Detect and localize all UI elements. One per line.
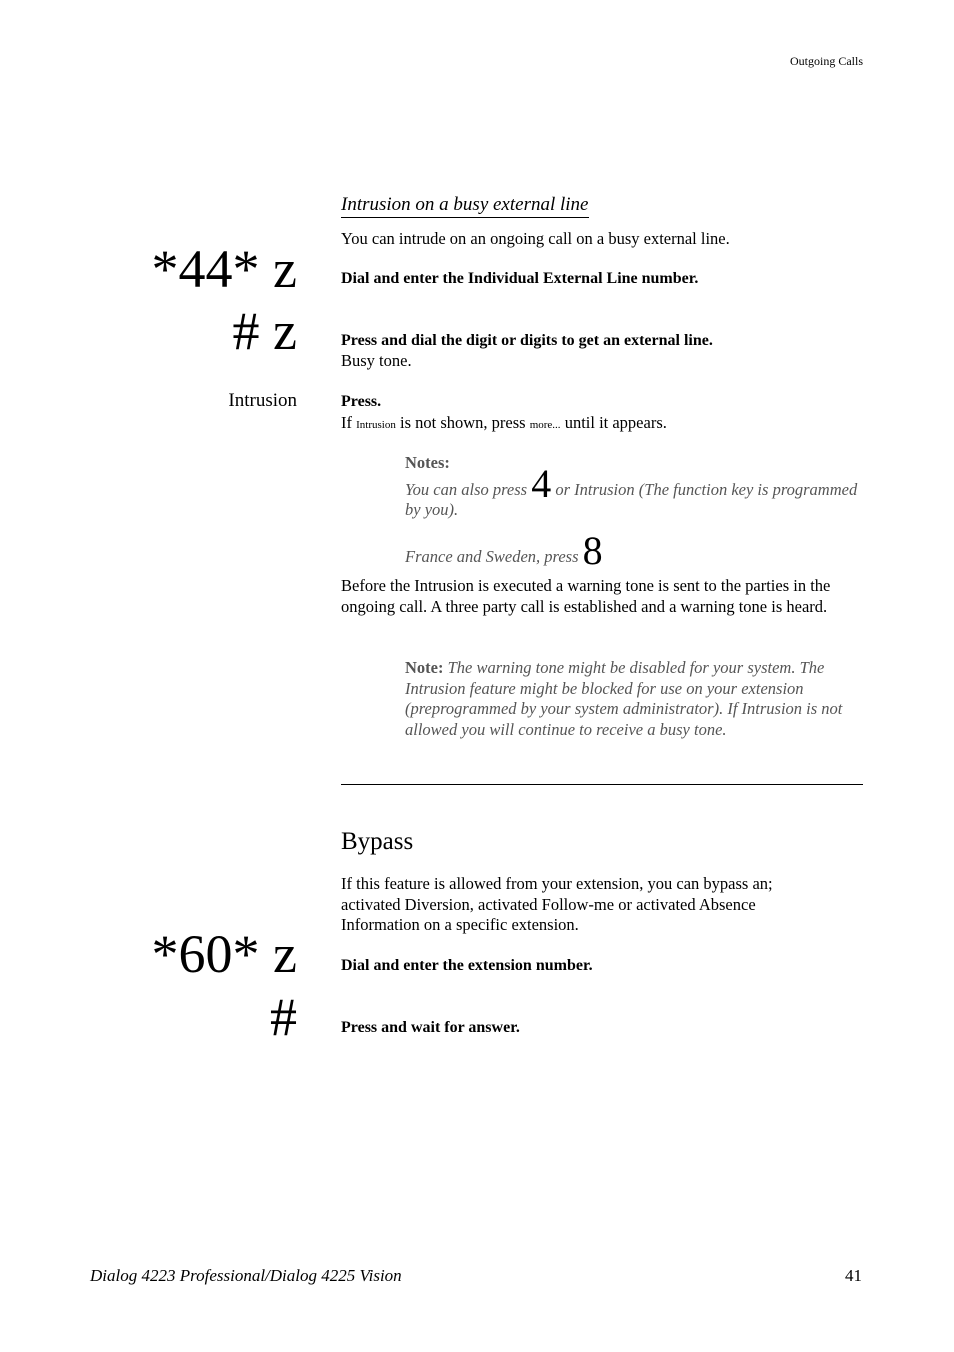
note-block-2: Note: The warning tone might be disabled… [405,658,867,740]
key-4: 4 [531,460,552,506]
section-title-intrusion: Intrusion on a busy external line [341,193,589,218]
step-instruction: Dial and enter the Individual External L… [341,270,699,287]
softkey-intrusion: Intrusion [228,390,297,411]
page-number: 41 [845,1266,862,1285]
key-sequence-hash-z: # z [232,301,297,361]
key-sequence-60: *60* z [151,924,297,984]
intrusion-paragraph: Before the Intrusion is executed a warni… [341,576,831,616]
running-header: Outgoing Calls [789,54,863,68]
footer-product: Dialog 4223 Professional/Dialog 4225 Vis… [90,1266,402,1285]
step-instruction: Dial and enter the extension number. [341,957,593,974]
step-instruction: Press and wait for answer. [341,1019,520,1036]
detail-prefix: If [341,413,352,432]
intrusion-intro: You can intrude on an ongoing call on a … [341,229,730,248]
notes-label: Notes: [405,453,450,472]
key-sequence-44: *44* z [151,239,297,299]
note-label: Note: [405,658,444,677]
key-hash: # [270,987,297,1047]
section-title-bypass: Bypass [341,828,414,855]
detail-suffix: until it appears. [564,413,667,432]
step-instruction: Press. [341,393,382,410]
key-8: 8 [582,527,603,573]
softkey-ref-more: more... [529,419,561,431]
step-instruction: Press and dial the digit or digits to ge… [341,332,713,349]
note-text: The warning tone might be disabled for y… [405,658,843,739]
detail-mid: is not shown, press [399,413,526,432]
note-text: France and Sweden, press [405,546,579,566]
step-detail: If Intrusion is not shown, press more...… [341,413,866,436]
note-line-2: France and Sweden, press 8 [405,530,867,570]
section-divider [341,784,863,785]
step-detail: Busy tone. [341,351,412,370]
note-line-1: You can also press 4 or Intrusion (The f… [405,463,867,521]
note-text: You can also press [405,479,528,499]
softkey-ref-intrusion: Intrusion [356,419,396,431]
bypass-intro: If this feature is allowed from your ext… [341,874,773,934]
notes-block: Notes: You can also press 4 or Intrusion… [405,453,867,570]
